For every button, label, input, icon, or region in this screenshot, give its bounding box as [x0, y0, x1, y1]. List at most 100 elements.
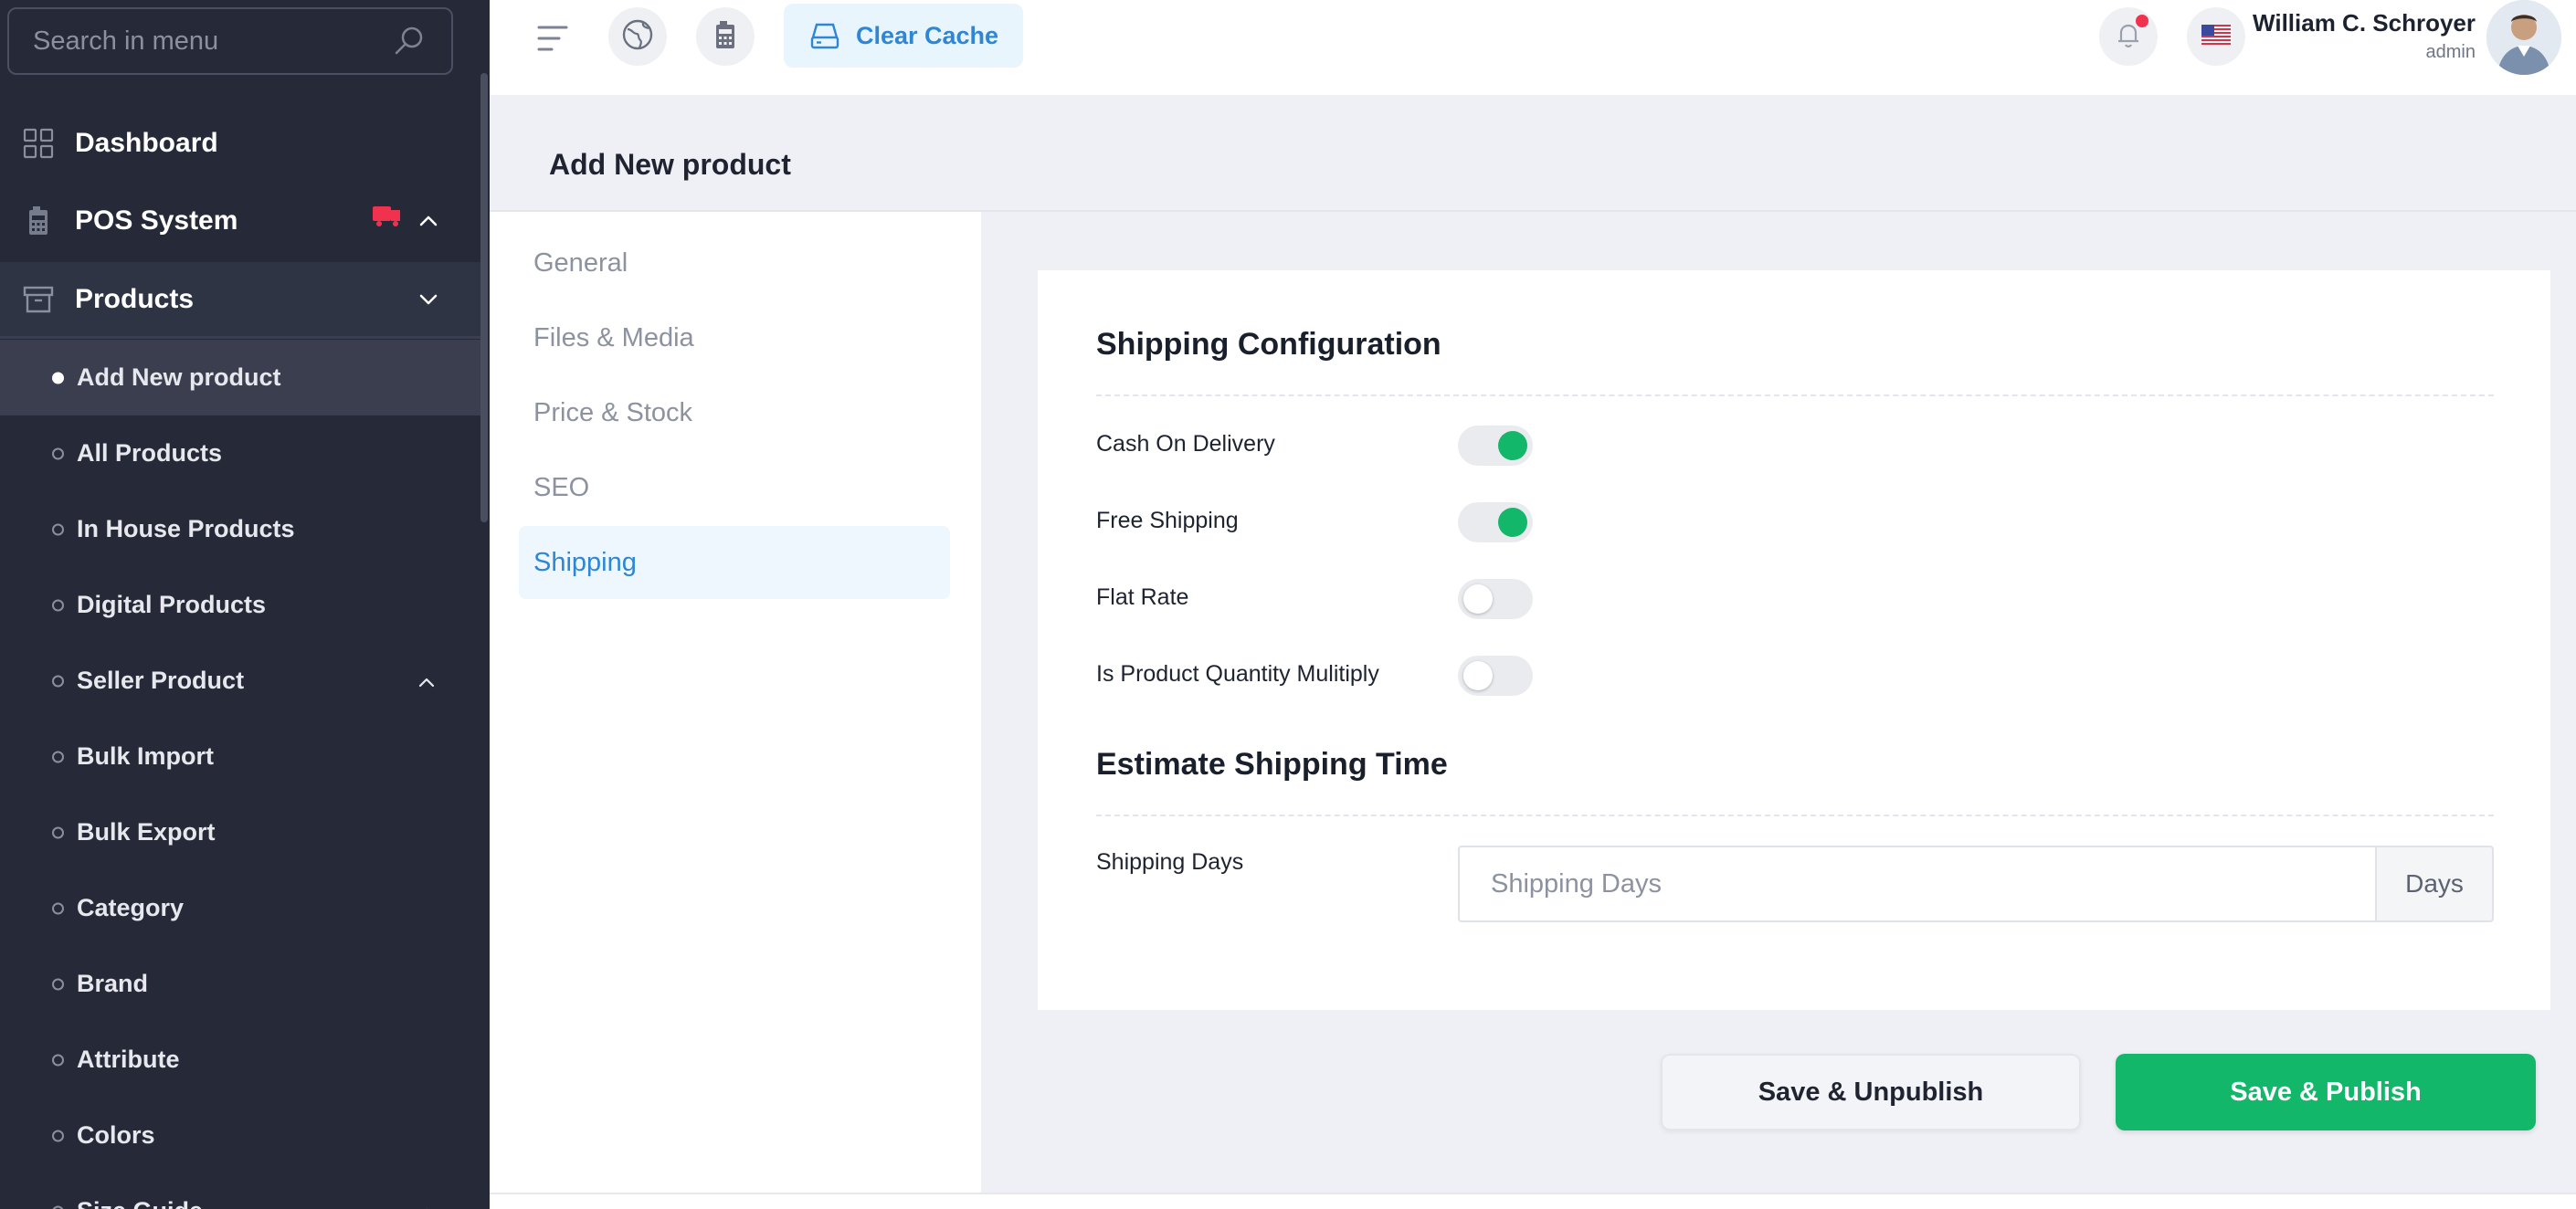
website-button[interactable]	[608, 7, 667, 66]
shipping-days-label: Shipping Days	[1096, 849, 1244, 875]
sidebar-item-label: POS System	[75, 205, 238, 236]
sidebar-sub-label: Bulk Import	[77, 742, 215, 770]
days-suffix: Days	[2375, 846, 2494, 922]
tab-general[interactable]: General	[519, 226, 950, 300]
shipping-card: Shipping Configuration Cash On Delivery …	[1038, 270, 2550, 1010]
tab-files-media[interactable]: Files & Media	[519, 301, 950, 374]
search-icon[interactable]	[391, 23, 428, 59]
save-publish-button[interactable]: Save & Publish	[2116, 1054, 2536, 1130]
sidebar-sub-brand[interactable]: Brand	[0, 946, 482, 1022]
tab-shipping[interactable]: Shipping	[519, 526, 950, 599]
pos-button[interactable]	[696, 7, 755, 66]
sidebar-sub-seller-product[interactable]: Seller Product	[0, 643, 482, 719]
sidebar-item-pos-system[interactable]: POS System	[0, 183, 482, 259]
user-role: admin	[2425, 42, 2476, 62]
clear-cache-button[interactable]: Clear Cache	[784, 4, 1023, 68]
sidebar-sub-label: Size Guide	[77, 1197, 203, 1209]
sidebar-scrollbar[interactable]	[480, 73, 488, 522]
sidebar-sub-label: In House Products	[77, 515, 295, 542]
save-unpublish-button[interactable]: Save & Unpublish	[1661, 1054, 2081, 1130]
grid-icon	[22, 127, 55, 160]
free-shipping-label: Free Shipping	[1096, 508, 1239, 533]
sidebar-sub-all-products[interactable]: All Products	[0, 415, 482, 491]
quantity-multiply-toggle[interactable]	[1458, 656, 1533, 696]
chevron-up-icon[interactable]	[417, 671, 437, 691]
bullet-icon	[52, 902, 64, 914]
bullet-icon	[52, 599, 64, 611]
menu-toggle-icon[interactable]	[533, 18, 574, 58]
shipping-config-title: Shipping Configuration	[1096, 327, 1441, 362]
sidebar-item-dashboard[interactable]: Dashboard	[0, 105, 482, 182]
sidebar-sub-label: Attribute	[77, 1046, 180, 1073]
sidebar-sub-attribute[interactable]: Attribute	[0, 1022, 482, 1098]
search-input[interactable]	[33, 26, 391, 57]
sidebar-sub-digital-products[interactable]: Digital Products	[0, 567, 482, 643]
page-title: Add New product	[549, 148, 791, 181]
tab-price-stock[interactable]: Price & Stock	[519, 376, 950, 449]
calculator-icon	[22, 205, 55, 237]
bullet-icon	[52, 523, 64, 535]
avatar[interactable]	[2486, 0, 2561, 75]
sidebar-sub-label: All Products	[77, 439, 223, 467]
sidebar-search[interactable]	[7, 7, 453, 75]
notification-dot	[2136, 15, 2148, 27]
sidebar-sub-size-guide[interactable]: Size Guide	[0, 1173, 482, 1209]
chevron-down-icon[interactable]	[417, 288, 440, 311]
sidebar-sub-in-house-products[interactable]: In House Products	[0, 491, 482, 567]
product-tabs: General Files & Media Price & Stock SEO …	[490, 212, 981, 1194]
free-shipping-toggle[interactable]	[1458, 502, 1533, 542]
archive-box-icon	[22, 283, 55, 316]
sidebar-item-label: Products	[75, 283, 195, 314]
bullet-icon	[52, 675, 64, 687]
sidebar: Dashboard POS System Products Add New pr…	[0, 0, 490, 1209]
page-header: Add New product	[490, 95, 2576, 212]
clear-cache-label: Clear Cache	[855, 21, 999, 49]
toggle-knob	[1498, 508, 1527, 537]
toggle-knob	[1498, 431, 1527, 460]
us-flag-icon	[2201, 24, 2231, 49]
flat-rate-toggle[interactable]	[1458, 579, 1533, 619]
sidebar-sub-label: Add New product	[77, 363, 281, 391]
sidebar-sub-label: Category	[77, 894, 185, 921]
quantity-multiply-label: Is Product Quantity Mulitiply	[1096, 661, 1379, 687]
toggle-knob	[1463, 584, 1493, 614]
sidebar-sub-bulk-export[interactable]: Bulk Export	[0, 794, 482, 870]
bullet-icon	[52, 826, 64, 838]
sidebar-sub-label: Bulk Export	[77, 818, 216, 846]
tab-seo[interactable]: SEO	[519, 451, 950, 524]
sidebar-sub-label: Colors	[77, 1121, 155, 1149]
sidebar-item-label: Dashboard	[75, 128, 218, 158]
pos-badge-icon	[371, 205, 404, 228]
notifications-button[interactable]	[2099, 7, 2158, 66]
bullet-icon	[52, 1054, 64, 1066]
flat-rate-label: Flat Rate	[1096, 584, 1189, 610]
language-button[interactable]	[2187, 7, 2245, 66]
bullet-icon	[52, 978, 64, 990]
bullet-icon	[52, 1130, 64, 1141]
calculator-icon	[711, 19, 740, 55]
cash-on-delivery-toggle[interactable]	[1458, 426, 1533, 466]
sidebar-sub-colors[interactable]: Colors	[0, 1098, 482, 1173]
globe-icon	[621, 18, 654, 56]
chevron-up-icon[interactable]	[417, 209, 440, 233]
bullet-icon	[52, 447, 64, 459]
sidebar-sub-label: Digital Products	[77, 591, 267, 618]
toggle-knob	[1463, 661, 1493, 690]
shipping-days-input[interactable]	[1458, 846, 2375, 922]
bullet-icon	[52, 372, 64, 384]
sidebar-sub-label: Seller Product	[77, 667, 245, 694]
divider	[1096, 394, 2494, 396]
divider	[1096, 815, 2494, 816]
footer-bar	[490, 1193, 2576, 1209]
cash-on-delivery-label: Cash On Delivery	[1096, 431, 1275, 457]
sidebar-item-products[interactable]: Products	[0, 262, 482, 339]
bullet-icon	[52, 751, 64, 762]
chevron-up-icon[interactable]	[417, 1202, 437, 1209]
sidebar-sub-category[interactable]: Category	[0, 870, 482, 946]
estimate-shipping-title: Estimate Shipping Time	[1096, 747, 1448, 782]
top-bar: Clear Cache William C. Schroyer admin	[490, 0, 2576, 95]
sidebar-sub-bulk-import[interactable]: Bulk Import	[0, 719, 482, 794]
hard-drive-icon	[808, 19, 841, 52]
user-name[interactable]: William C. Schroyer	[2253, 9, 2476, 37]
sidebar-sub-add-new-product[interactable]: Add New product	[0, 340, 482, 415]
